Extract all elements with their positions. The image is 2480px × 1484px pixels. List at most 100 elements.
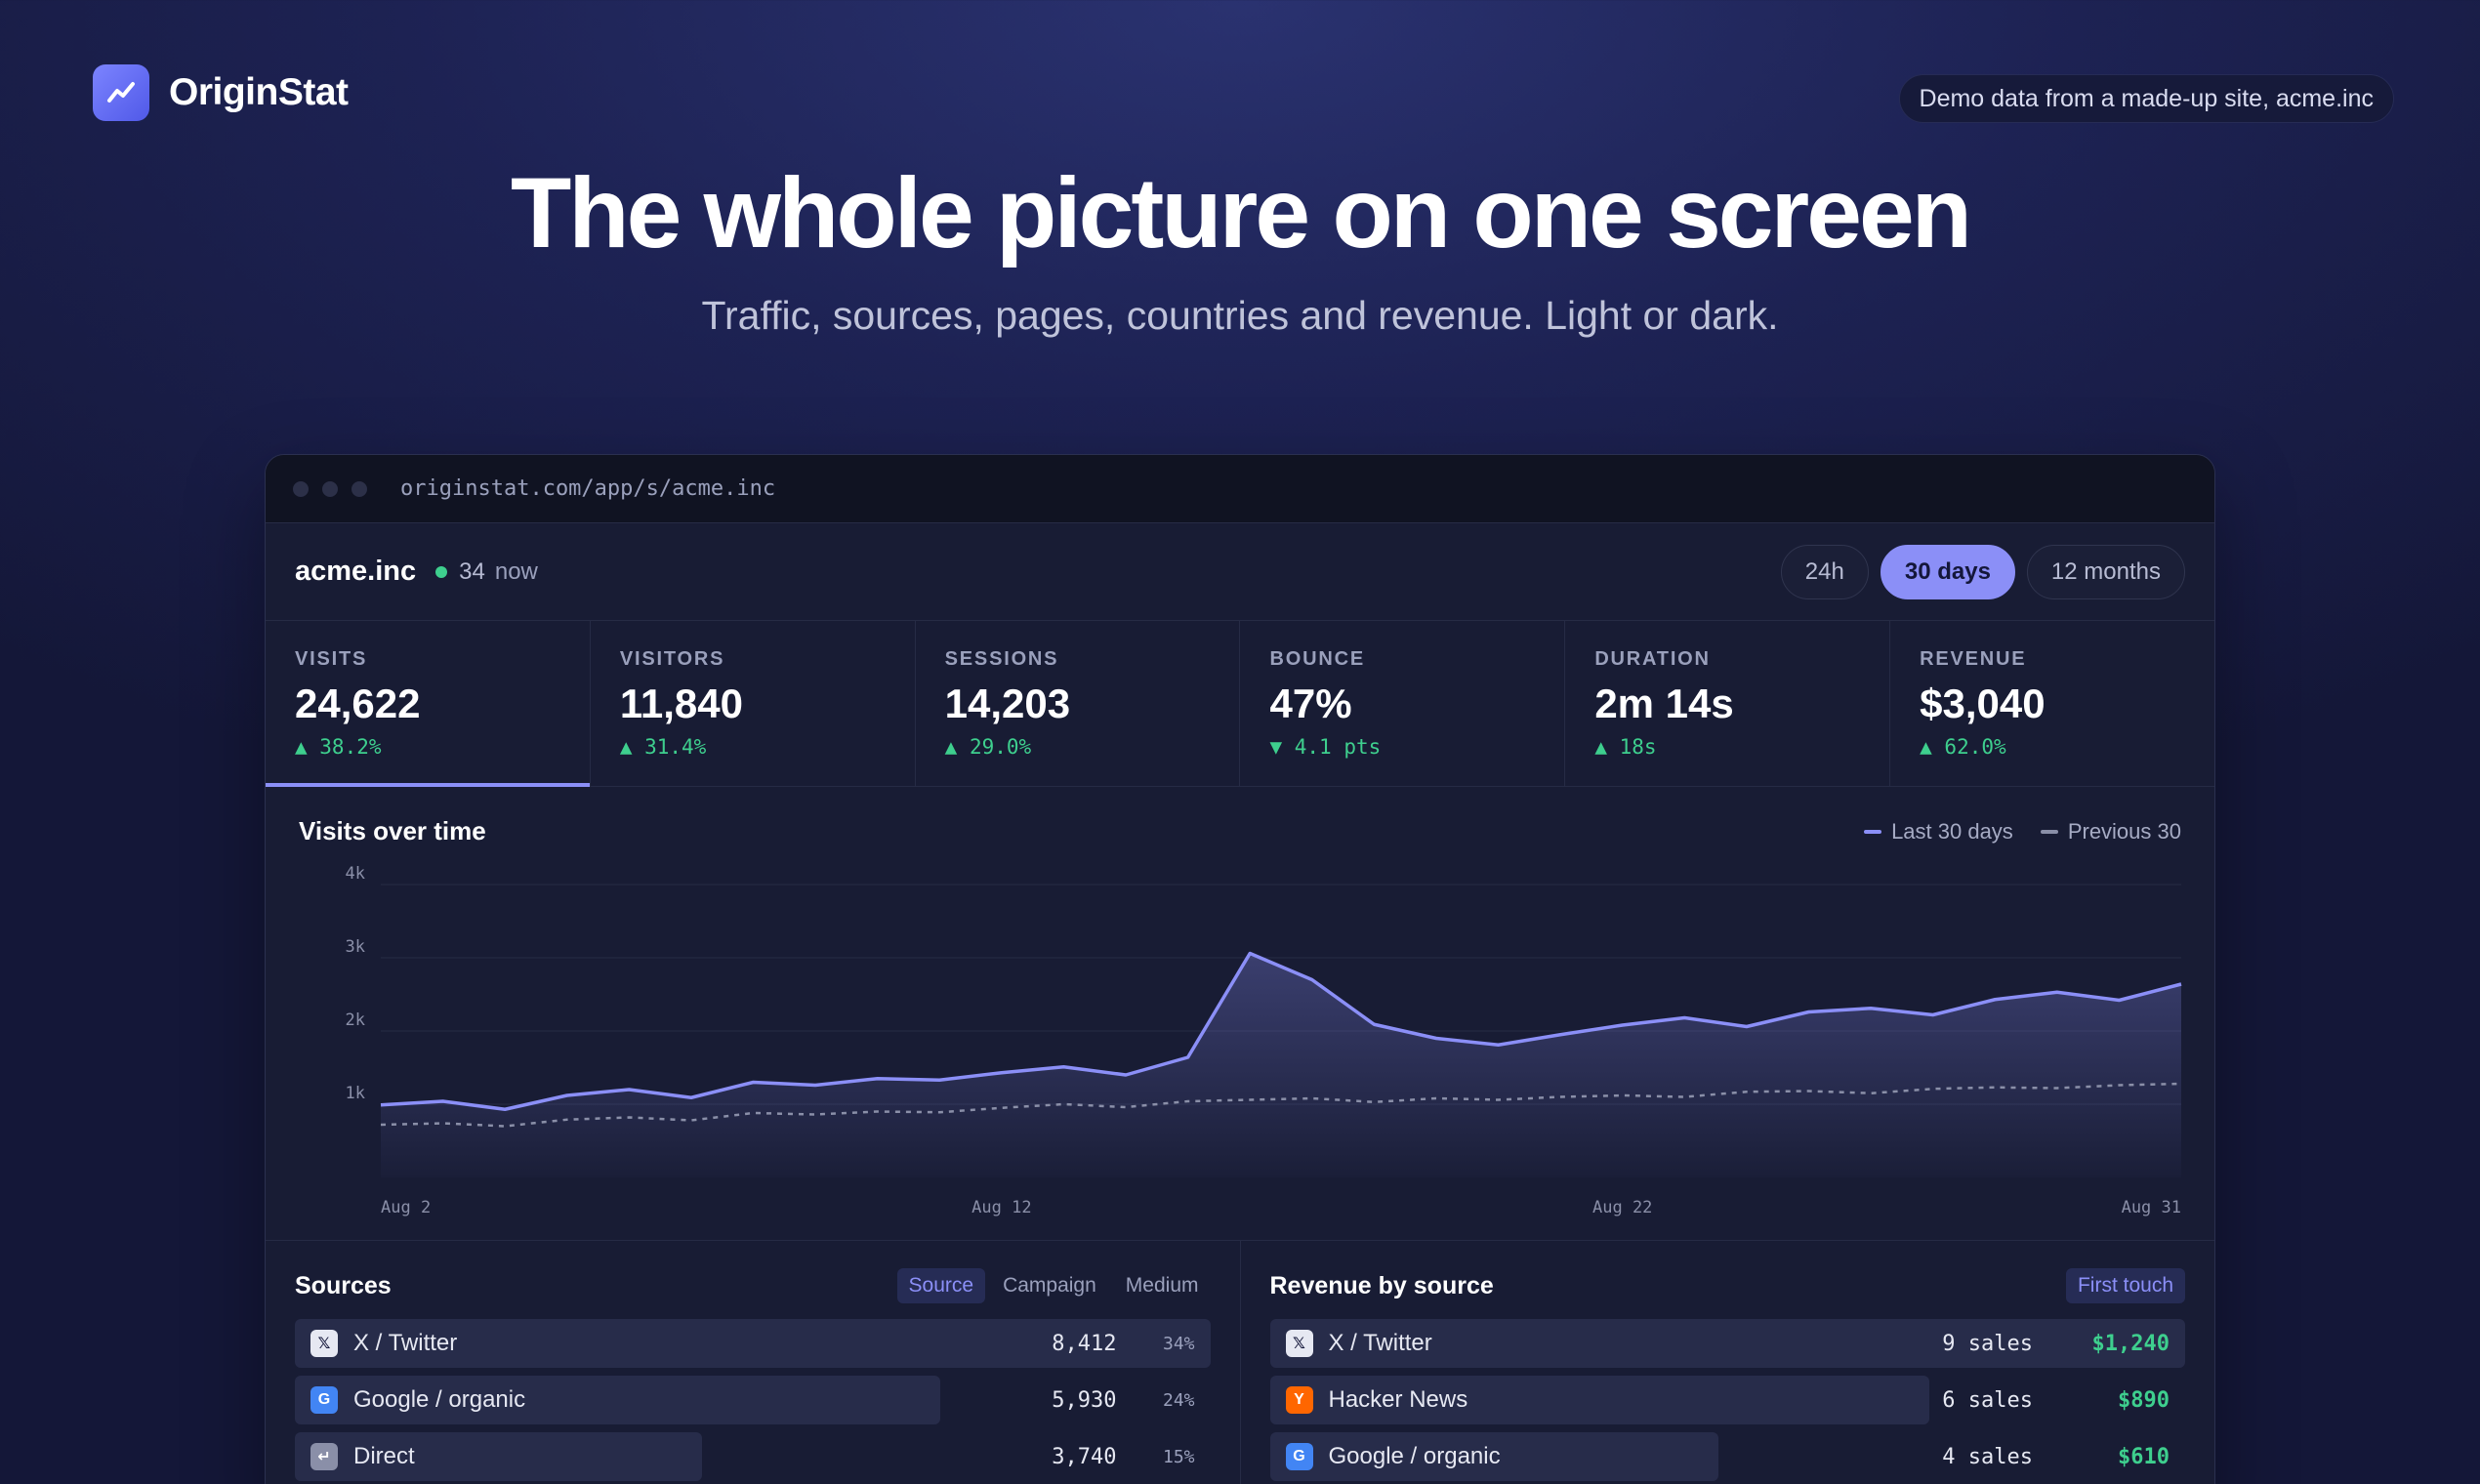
x-twitter-icon: 𝕏 xyxy=(1285,1330,1313,1357)
date-range-selector: 24h 30 days 12 months xyxy=(1780,544,2185,599)
address-bar-url[interactable]: originstat.com/app/s/acme.inc xyxy=(400,476,775,501)
kpi-delta: ▲ 31.4% xyxy=(619,735,707,759)
panel-header: Sources Source Campaign Medium xyxy=(295,1266,1211,1305)
panel-title: Sources xyxy=(295,1271,392,1299)
row-label: X / Twitter xyxy=(1328,1330,1432,1356)
sources-list: 𝕏 X / Twitter 8,412 34% G Google / organic 5,9… xyxy=(295,1319,1211,1481)
y-tick-label: 2k xyxy=(346,1010,365,1030)
kpi-value: 11,840 xyxy=(619,680,743,726)
tab-first-touch[interactable]: First touch xyxy=(2065,1268,2185,1303)
row-percent: 34% xyxy=(1162,1333,1195,1354)
list-item[interactable]: Y Hacker News 6 sales $890 xyxy=(1269,1376,2186,1424)
row-label: Google / organic xyxy=(1328,1443,1501,1469)
row-revenue: $610 xyxy=(2118,1444,2170,1469)
legend-item-previous[interactable]: Previous 30 xyxy=(2040,819,2181,845)
site-header: acme.inc 34 now 24h 30 days 12 months xyxy=(266,523,2214,621)
row-sales: 4 sales xyxy=(1942,1444,2033,1469)
panel-header: Revenue by source First touch xyxy=(1269,1266,2185,1305)
row-value: 8,412 xyxy=(1052,1331,1117,1356)
row-label: X / Twitter xyxy=(353,1330,458,1356)
kpi-duration[interactable]: DURATION 2m 14s ▲ 18s xyxy=(1565,621,1891,786)
tab-medium[interactable]: Medium xyxy=(1114,1268,1211,1303)
x-tick-label: Aug 12 xyxy=(971,1198,1031,1217)
google-icon: G xyxy=(1285,1443,1313,1470)
x-tick-label: Aug 31 xyxy=(2122,1198,2181,1217)
row-value: 3,740 xyxy=(1052,1444,1117,1469)
brand-name: OriginStat xyxy=(169,71,349,113)
kpi-delta: ▲ 18s xyxy=(1594,735,1657,759)
kpi-label: BOUNCE xyxy=(1269,648,1365,670)
site-name[interactable]: acme.inc xyxy=(295,556,416,588)
kpi-label: VISITS xyxy=(295,648,368,670)
tab-campaign[interactable]: Campaign xyxy=(991,1268,1108,1303)
kpi-delta: ▲ 38.2% xyxy=(295,735,382,759)
legend-label: Previous 30 xyxy=(2067,819,2181,844)
hero-title: The whole picture on one screen xyxy=(511,157,1972,268)
legend-label: Last 30 days xyxy=(1891,819,2013,844)
list-item[interactable]: G Google / organic 4 sales $610 xyxy=(1269,1432,2186,1481)
row-sales: 9 sales xyxy=(1942,1331,2033,1356)
kpi-visitors[interactable]: VISITORS 11,840 ▲ 31.4% xyxy=(591,621,916,786)
kpi-revenue[interactable]: REVENUE $3,040 ▲ 62.0% xyxy=(1890,621,2214,786)
legend-item-current[interactable]: Last 30 days xyxy=(1864,819,2013,845)
window-dot xyxy=(322,480,338,497)
row-percent: 15% xyxy=(1162,1446,1195,1467)
list-item[interactable]: G Google / organic 5,930 24% xyxy=(295,1376,1211,1424)
list-item[interactable]: ↵ Direct 3,740 15% xyxy=(295,1432,1211,1481)
kpi-label: VISITORS xyxy=(619,648,725,670)
revenue-list: 𝕏 X / Twitter 9 sales $1,240 Y Hacker News 6 s… xyxy=(1269,1319,2186,1481)
row-label: Google / organic xyxy=(353,1386,526,1413)
range-24h-button[interactable]: 24h xyxy=(1780,544,1869,599)
hero-subtitle: Traffic, sources, pages, countries and r… xyxy=(701,293,1779,338)
kpi-bounce[interactable]: BOUNCE 47% ▼ 4.1 pts xyxy=(1240,621,1566,786)
kpi-label: DURATION xyxy=(1594,648,1711,670)
panel-title: Revenue by source xyxy=(1269,1271,1494,1299)
kpi-visits[interactable]: VISITS 24,622 ▲ 38.2% xyxy=(266,621,591,787)
x-twitter-icon: 𝕏 xyxy=(310,1330,338,1357)
hacker-news-icon: Y xyxy=(1285,1386,1313,1414)
row-value: 5,930 xyxy=(1052,1387,1117,1413)
sources-tabs: Source Campaign Medium xyxy=(896,1268,1211,1303)
row-revenue: $890 xyxy=(2118,1387,2170,1413)
live-visitor-label: now xyxy=(494,557,538,585)
revenue-panel: Revenue by source First touch 𝕏 X / Twitt… xyxy=(1239,1241,2215,1484)
row-label: Hacker News xyxy=(1328,1386,1468,1413)
live-indicator-icon xyxy=(435,565,448,578)
list-item[interactable]: 𝕏 X / Twitter 9 sales $1,240 xyxy=(1269,1319,2185,1368)
kpi-sessions[interactable]: SESSIONS 14,203 ▲ 29.0% xyxy=(916,621,1241,786)
legend-swatch xyxy=(1864,830,1882,834)
kpi-label: SESSIONS xyxy=(944,648,1059,670)
x-tick-label: Aug 22 xyxy=(1592,1198,1652,1217)
window-titlebar: originstat.com/app/s/acme.inc xyxy=(266,455,2214,523)
tab-source[interactable]: Source xyxy=(896,1268,986,1303)
x-tick-label: Aug 2 xyxy=(381,1198,431,1217)
kpi-delta: ▲ 62.0% xyxy=(1920,735,2006,759)
app-window-mockup: originstat.com/app/s/acme.inc acme.inc 3… xyxy=(265,454,2215,1484)
chart-legend: Last 30 days Previous 30 xyxy=(1864,819,2181,845)
google-icon: G xyxy=(310,1386,338,1414)
kpi-value: 2m 14s xyxy=(1594,680,1734,726)
window-dot xyxy=(293,480,309,497)
range-30-days-button[interactable]: 30 days xyxy=(1880,544,2015,599)
legend-swatch xyxy=(2040,830,2058,834)
sources-panel: Sources Source Campaign Medium 𝕏 X / Twit… xyxy=(266,1241,1240,1484)
y-tick-label: 1k xyxy=(346,1084,365,1103)
range-12-months-button[interactable]: 12 months xyxy=(2026,544,2185,599)
kpi-label: REVENUE xyxy=(1920,648,2027,670)
window-dot xyxy=(351,480,367,497)
series-area-last-30-days xyxy=(381,953,2181,1177)
row-label: Direct xyxy=(353,1443,415,1469)
list-item[interactable]: 𝕏 X / Twitter 8,412 34% xyxy=(295,1319,1211,1368)
y-tick-label: 3k xyxy=(346,937,365,957)
y-tick-label: 4k xyxy=(346,864,365,884)
row-percent: 24% xyxy=(1162,1389,1195,1411)
kpi-delta: ▼ 4.1 pts xyxy=(1269,735,1382,759)
visits-chart-section: 1k 2k 3k 4k Aug 2 Aug 12 Aug 22 Aug 31 Visits o… xyxy=(266,787,2214,1241)
visits-chart[interactable]: 1k 2k 3k 4k Aug 2 Aug 12 Aug 22 Aug 31 xyxy=(266,787,2215,1241)
kpi-delta: ▲ 29.0% xyxy=(944,735,1032,759)
kpi-strip: VISITS 24,622 ▲ 38.2% VISITORS 11,840 ▲ … xyxy=(266,621,2214,787)
brand[interactable]: OriginStat xyxy=(93,64,349,121)
row-sales: 6 sales xyxy=(1942,1387,2033,1413)
revenue-tabs: First touch xyxy=(2065,1268,2185,1303)
demo-note-badge: Demo data from a made-up site, acme.inc xyxy=(1898,74,2394,123)
